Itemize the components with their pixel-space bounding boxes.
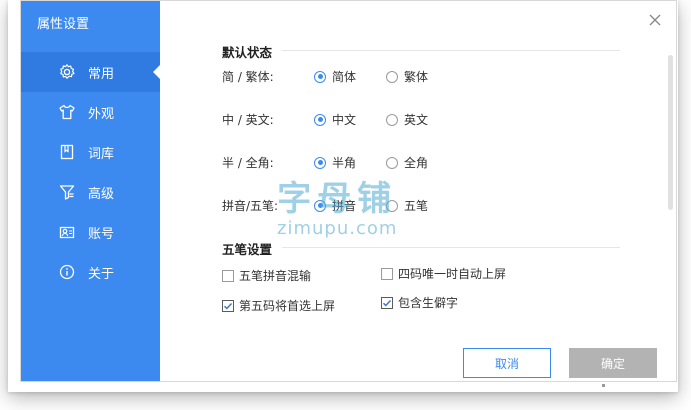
sidebar-item-advanced[interactable]: 高级 bbox=[21, 172, 160, 212]
row-label-pinyin-wubi: 拼音/五笔: bbox=[222, 199, 279, 213]
radio-dot bbox=[386, 113, 398, 126]
radio-dot bbox=[314, 70, 326, 83]
checkbox-box bbox=[381, 296, 393, 309]
radio-label: 拼音 bbox=[332, 199, 357, 213]
radio-wubi[interactable]: 五笔 bbox=[386, 197, 428, 214]
radio-label: 繁体 bbox=[404, 70, 429, 84]
gear-icon bbox=[58, 63, 76, 81]
sidebar-item-general[interactable]: 常用 bbox=[21, 52, 160, 92]
checkbox-label: 包含生僻字 bbox=[398, 296, 459, 310]
checkmark-icon bbox=[224, 302, 233, 310]
info-icon bbox=[58, 263, 76, 281]
checkbox-label: 四码唯一时自动上屏 bbox=[398, 267, 507, 281]
radio-dot bbox=[314, 156, 326, 169]
row-label-chinese-english: 中 / 英文: bbox=[222, 113, 274, 127]
radio-half-width[interactable]: 半角 bbox=[314, 154, 356, 171]
sidebar-item-account[interactable]: 账号 bbox=[21, 212, 160, 252]
radio-label: 中文 bbox=[332, 113, 357, 127]
sidebar: 属性设置 常用 外观 词库 高级 账号 关于 bbox=[21, 1, 160, 381]
sidebar-item-about[interactable]: 关于 bbox=[21, 252, 160, 292]
checkbox-four-code-auto-commit[interactable]: 四码唯一时自动上屏 bbox=[381, 265, 506, 282]
sidebar-item-label: 词库 bbox=[88, 146, 115, 162]
section-title-wubi: 五笔设置 bbox=[222, 242, 273, 257]
sidebar-item-label: 高级 bbox=[88, 186, 115, 202]
radio-label: 半角 bbox=[332, 156, 357, 170]
radio-dot bbox=[386, 199, 398, 212]
radio-traditional[interactable]: 繁体 bbox=[386, 68, 428, 85]
cancel-button[interactable]: 取消 bbox=[463, 348, 551, 378]
row-label-simplified-traditional: 简 / 繁体: bbox=[222, 70, 274, 84]
section-title-default-state: 默认状态 bbox=[222, 45, 273, 60]
sidebar-item-label: 外观 bbox=[88, 106, 115, 122]
checkbox-box bbox=[222, 269, 234, 282]
section-divider bbox=[282, 247, 620, 248]
window-title: 属性设置 bbox=[37, 17, 90, 32]
checkbox-label: 五笔拼音混输 bbox=[239, 269, 312, 283]
section-divider bbox=[282, 50, 620, 51]
checkbox-label: 第五码将首选上屏 bbox=[239, 299, 336, 313]
content-panel: 默认状态 简 / 繁体: 简体 繁体 中 / 英文: 中文 英文 半 / 全角:… bbox=[160, 1, 676, 381]
sidebar-item-label: 关于 bbox=[88, 266, 115, 282]
ok-button[interactable]: 确定 bbox=[569, 348, 657, 378]
radio-label: 五笔 bbox=[404, 199, 429, 213]
sidebar-nav: 常用 外观 词库 高级 账号 关于 bbox=[21, 52, 160, 292]
resize-grip bbox=[602, 384, 605, 387]
sidebar-item-appearance[interactable]: 外观 bbox=[21, 92, 160, 132]
radio-dot bbox=[314, 113, 326, 126]
radio-english[interactable]: 英文 bbox=[386, 111, 428, 128]
account-icon bbox=[58, 223, 76, 241]
funnel-icon bbox=[58, 183, 76, 201]
book-icon bbox=[58, 143, 76, 161]
radio-dot bbox=[314, 199, 326, 212]
radio-label: 英文 bbox=[404, 113, 429, 127]
radio-pinyin[interactable]: 拼音 bbox=[314, 197, 356, 214]
checkbox-fifth-code-commit-first[interactable]: 第五码将首选上屏 bbox=[222, 297, 335, 314]
checkbox-wubi-pinyin-mixed[interactable]: 五笔拼音混输 bbox=[222, 267, 311, 284]
checkbox-box bbox=[222, 299, 234, 312]
radio-label: 全角 bbox=[404, 156, 429, 170]
sidebar-item-dictionary[interactable]: 词库 bbox=[21, 132, 160, 172]
radio-simplified[interactable]: 简体 bbox=[314, 68, 356, 85]
scrollbar-thumb[interactable] bbox=[668, 55, 673, 210]
radio-dot bbox=[386, 70, 398, 83]
settings-dialog: 属性设置 常用 外观 词库 高级 账号 关于 默认状态 简 / 繁体: 简体 繁… bbox=[20, 0, 677, 382]
row-label-half-full-width: 半 / 全角: bbox=[222, 156, 274, 170]
checkbox-box bbox=[381, 267, 393, 280]
radio-chinese[interactable]: 中文 bbox=[314, 111, 356, 128]
sidebar-item-label: 账号 bbox=[88, 226, 115, 242]
shirt-icon bbox=[58, 103, 76, 121]
checkmark-icon bbox=[383, 299, 392, 307]
sidebar-item-label: 常用 bbox=[88, 66, 115, 82]
checkbox-include-rare-chars[interactable]: 包含生僻字 bbox=[381, 294, 458, 311]
radio-label: 简体 bbox=[332, 70, 357, 84]
radio-dot bbox=[386, 156, 398, 169]
radio-full-width[interactable]: 全角 bbox=[386, 154, 428, 171]
